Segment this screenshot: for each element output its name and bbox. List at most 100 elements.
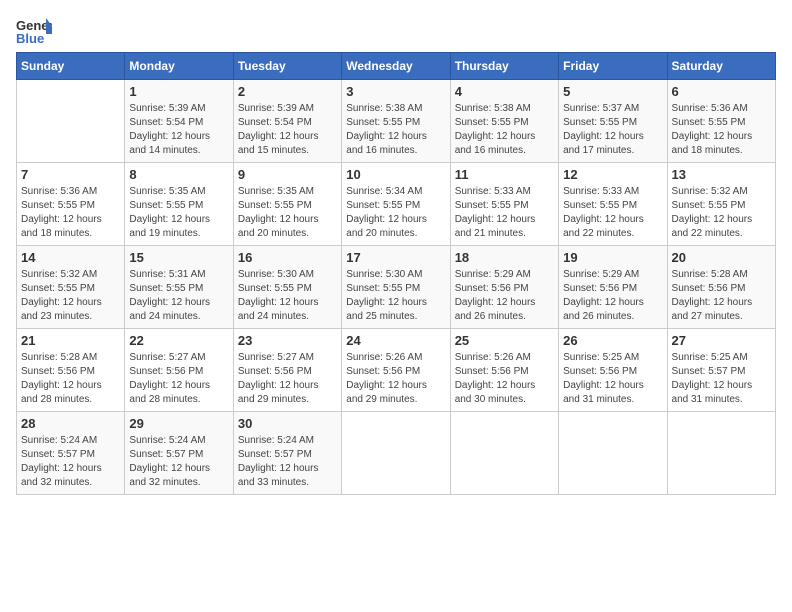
calendar-cell: 13Sunrise: 5:32 AM Sunset: 5:55 PM Dayli… [667,163,775,246]
header-cell-sunday: Sunday [17,53,125,80]
day-number: 29 [129,416,228,431]
calendar-cell [667,412,775,495]
calendar-table: SundayMondayTuesdayWednesdayThursdayFrid… [16,52,776,495]
calendar-cell: 2 Sunrise: 5:39 AM Sunset: 5:54 PM Daylig… [233,80,341,163]
header-cell-friday: Friday [559,53,667,80]
day-number: 18 [455,250,554,265]
calendar-cell: 10Sunrise: 5:34 AM Sunset: 5:55 PM Dayli… [342,163,450,246]
day-number: 30 [238,416,337,431]
day-info: Sunrise: 5:32 AM Sunset: 5:55 PM Dayligh… [672,185,771,241]
day-number: 9 [238,167,337,182]
calendar-cell: 6 Sunrise: 5:36 AM Sunset: 5:55 PM Daylig… [667,80,775,163]
day-info: Sunrise: 5:28 AM Sunset: 5:56 PM Dayligh… [672,268,771,324]
calendar-cell: 5Sunrise: 5:37 AM Sunset: 5:55 PM Daylig… [559,80,667,163]
day-info: Sunrise: 5:24 AM Sunset: 5:57 PM Dayligh… [238,434,337,490]
day-number: 27 [672,333,771,348]
day-info: Sunrise: 5:27 AM Sunset: 5:56 PM Dayligh… [238,351,337,407]
calendar-cell: 4 Sunrise: 5:38 AM Sunset: 5:55 PM Daylig… [450,80,558,163]
day-info: Sunrise: 5:25 AM Sunset: 5:56 PM Dayligh… [563,351,662,407]
calendar-cell [17,80,125,163]
day-info: Sunrise: 5:33 AM Sunset: 5:55 PM Dayligh… [563,185,662,241]
day-info: Sunrise: 5:30 AM Sunset: 5:55 PM Dayligh… [238,268,337,324]
calendar-cell [559,412,667,495]
calendar-cell: 14 Sunrise: 5:32 AM Sunset: 5:55 PM Dayli… [17,246,125,329]
day-number: 11 [455,167,554,182]
day-info: Sunrise: 5:37 AM Sunset: 5:55 PM Dayligh… [563,102,662,158]
day-info: Sunrise: 5:29 AM Sunset: 5:56 PM Dayligh… [563,268,662,324]
logo-icon: General Blue [16,16,52,46]
day-info: Sunrise: 5:32 AM Sunset: 5:55 PM Dayligh… [21,268,120,324]
day-number: 21 [21,333,120,348]
day-info: Sunrise: 5:30 AM Sunset: 5:55 PM Dayligh… [346,268,445,324]
calendar-cell [450,412,558,495]
day-number: 7 [21,167,120,182]
day-info: Sunrise: 5:28 AM Sunset: 5:56 PM Dayligh… [21,351,120,407]
day-number: 17 [346,250,445,265]
day-number: 12 [563,167,662,182]
day-info: Sunrise: 5:34 AM Sunset: 5:55 PM Dayligh… [346,185,445,241]
logo: General Blue [16,16,52,46]
header-cell-monday: Monday [125,53,233,80]
day-info: Sunrise: 5:38 AM Sunset: 5:55 PM Dayligh… [455,102,554,158]
calendar-cell: 8 Sunrise: 5:35 AM Sunset: 5:55 PM Daylig… [125,163,233,246]
calendar-cell: 20Sunrise: 5:28 AM Sunset: 5:56 PM Dayli… [667,246,775,329]
day-info: Sunrise: 5:25 AM Sunset: 5:57 PM Dayligh… [672,351,771,407]
calendar-cell: 27 Sunrise: 5:25 AM Sunset: 5:57 PM Dayli… [667,329,775,412]
header-cell-thursday: Thursday [450,53,558,80]
calendar-cell: 30 Sunrise: 5:24 AM Sunset: 5:57 PM Dayli… [233,412,341,495]
calendar-cell: 15 Sunrise: 5:31 AM Sunset: 5:55 PM Dayli… [125,246,233,329]
header: General Blue [16,16,776,46]
calendar-cell: 18 Sunrise: 5:29 AM Sunset: 5:56 PM Dayli… [450,246,558,329]
week-row-0: 1Sunrise: 5:39 AM Sunset: 5:54 PM Daylig… [17,80,776,163]
week-row-3: 21 Sunrise: 5:28 AM Sunset: 5:56 PM Dayli… [17,329,776,412]
calendar-cell: 24 Sunrise: 5:26 AM Sunset: 5:56 PM Dayli… [342,329,450,412]
day-number: 6 [672,84,771,99]
day-number: 15 [129,250,228,265]
day-info: Sunrise: 5:26 AM Sunset: 5:56 PM Dayligh… [346,351,445,407]
day-number: 14 [21,250,120,265]
calendar-cell: 26 Sunrise: 5:25 AM Sunset: 5:56 PM Dayli… [559,329,667,412]
day-number: 26 [563,333,662,348]
calendar-cell: 21 Sunrise: 5:28 AM Sunset: 5:56 PM Dayli… [17,329,125,412]
calendar-cell: 28 Sunrise: 5:24 AM Sunset: 5:57 PM Dayli… [17,412,125,495]
calendar-cell: 23 Sunrise: 5:27 AM Sunset: 5:56 PM Dayli… [233,329,341,412]
calendar-cell: 25Sunrise: 5:26 AM Sunset: 5:56 PM Dayli… [450,329,558,412]
day-number: 23 [238,333,337,348]
day-info: Sunrise: 5:33 AM Sunset: 5:55 PM Dayligh… [455,185,554,241]
day-info: Sunrise: 5:39 AM Sunset: 5:54 PM Dayligh… [238,102,337,158]
week-row-4: 28 Sunrise: 5:24 AM Sunset: 5:57 PM Dayli… [17,412,776,495]
day-info: Sunrise: 5:35 AM Sunset: 5:55 PM Dayligh… [129,185,228,241]
calendar-cell: 9 Sunrise: 5:35 AM Sunset: 5:55 PM Daylig… [233,163,341,246]
day-number: 28 [21,416,120,431]
calendar-cell: 11 Sunrise: 5:33 AM Sunset: 5:55 PM Dayli… [450,163,558,246]
day-info: Sunrise: 5:35 AM Sunset: 5:55 PM Dayligh… [238,185,337,241]
calendar-cell: 29Sunrise: 5:24 AM Sunset: 5:57 PM Dayli… [125,412,233,495]
day-number: 8 [129,167,228,182]
day-number: 25 [455,333,554,348]
week-row-1: 7 Sunrise: 5:36 AM Sunset: 5:55 PM Daylig… [17,163,776,246]
day-info: Sunrise: 5:24 AM Sunset: 5:57 PM Dayligh… [21,434,120,490]
day-info: Sunrise: 5:29 AM Sunset: 5:56 PM Dayligh… [455,268,554,324]
header-cell-saturday: Saturday [667,53,775,80]
header-row: SundayMondayTuesdayWednesdayThursdayFrid… [17,53,776,80]
day-number: 2 [238,84,337,99]
day-info: Sunrise: 5:36 AM Sunset: 5:55 PM Dayligh… [21,185,120,241]
day-info: Sunrise: 5:38 AM Sunset: 5:55 PM Dayligh… [346,102,445,158]
calendar-cell: 1Sunrise: 5:39 AM Sunset: 5:54 PM Daylig… [125,80,233,163]
day-info: Sunrise: 5:27 AM Sunset: 5:56 PM Dayligh… [129,351,228,407]
day-info: Sunrise: 5:31 AM Sunset: 5:55 PM Dayligh… [129,268,228,324]
calendar-cell [342,412,450,495]
day-number: 16 [238,250,337,265]
header-cell-tuesday: Tuesday [233,53,341,80]
svg-text:Blue: Blue [16,31,44,46]
header-cell-wednesday: Wednesday [342,53,450,80]
day-info: Sunrise: 5:36 AM Sunset: 5:55 PM Dayligh… [672,102,771,158]
week-row-2: 14 Sunrise: 5:32 AM Sunset: 5:55 PM Dayli… [17,246,776,329]
day-info: Sunrise: 5:39 AM Sunset: 5:54 PM Dayligh… [129,102,228,158]
day-number: 19 [563,250,662,265]
day-number: 24 [346,333,445,348]
day-number: 3 [346,84,445,99]
day-number: 22 [129,333,228,348]
calendar-cell: 19 Sunrise: 5:29 AM Sunset: 5:56 PM Dayli… [559,246,667,329]
day-number: 4 [455,84,554,99]
